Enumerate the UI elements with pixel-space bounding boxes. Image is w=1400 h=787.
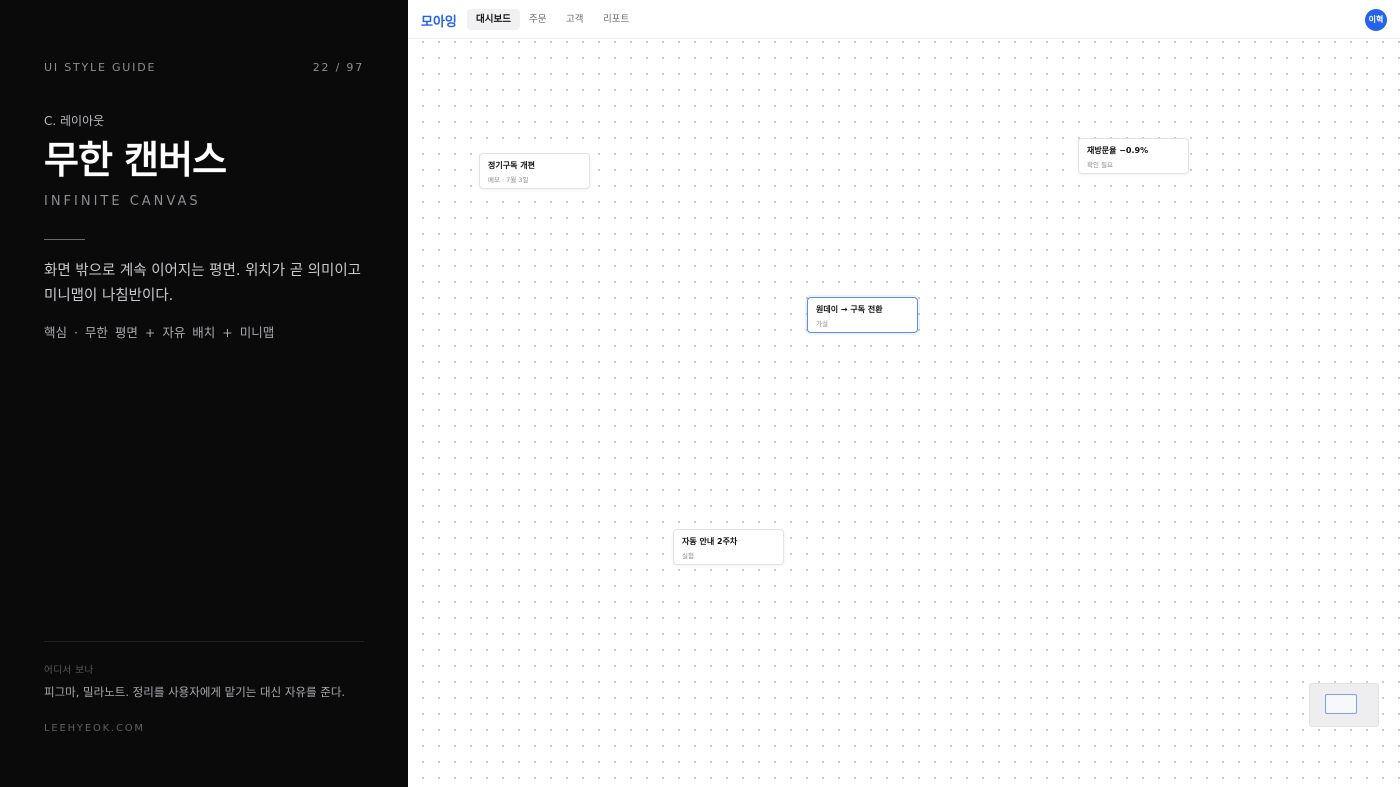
guide-label: UI STYLE GUIDE [44, 61, 157, 74]
minimap[interactable] [1309, 683, 1379, 727]
page-title: 무한 캔버스 [44, 138, 227, 182]
key-points: 핵심 · 무한 평면 + 자유 배치 + 미니맵 [44, 325, 275, 340]
card-subtitle: 확인 필요 [1087, 161, 1113, 169]
title-rule [44, 239, 85, 240]
canvas-card-selected[interactable]: 원데이 → 구독 전환 가설 [807, 297, 918, 333]
brand-logo[interactable]: 모아잉 [421, 11, 457, 30]
page-subtitle: INFINITE CANVAS [44, 194, 201, 209]
canvas-card[interactable]: 자동 안내 2주차 실험 [673, 529, 784, 565]
card-title: 자동 안내 2주차 [682, 537, 738, 546]
infinite-canvas[interactable]: 정기구독 개편 메모 · 7월 3일 재방문율 −0.9% 확인 필요 원데이 … [408, 40, 1400, 787]
section-label: C. 레이아웃 [44, 114, 105, 128]
tab-orders[interactable]: 주문 [520, 9, 555, 30]
site-link[interactable]: LEEHYEOK.COM [44, 723, 145, 734]
card-title: 재방문율 −0.9% [1087, 146, 1149, 155]
tab-customers[interactable]: 고객 [557, 9, 592, 30]
canvas-card[interactable]: 재방문율 −0.9% 확인 필요 [1078, 138, 1189, 174]
page-count: 22 / 97 [312, 61, 364, 74]
description: 화면 밖으로 계속 이어지는 평면. 위치가 곧 의미이고 미니맵이 나침반이다… [44, 263, 362, 304]
app-window: 모아잉 대시보드 주문 고객 리포트 이혁 정기구독 개편 메모 · 7월 3일… [408, 0, 1400, 787]
canvas-card[interactable]: 정기구독 개편 메모 · 7월 3일 [479, 153, 590, 189]
card-subtitle: 메모 · 7월 3일 [488, 176, 529, 184]
card-title: 원데이 → 구독 전환 [816, 305, 883, 314]
card-subtitle: 실험 [682, 552, 694, 560]
tab-dashboard[interactable]: 대시보드 [467, 9, 520, 30]
top-nav: 모아잉 대시보드 주문 고객 리포트 이혁 [408, 0, 1400, 39]
card-title: 정기구독 개편 [488, 161, 535, 170]
style-guide-panel: UI STYLE GUIDE 22 / 97 C. 레이아웃 무한 캔버스 IN… [0, 0, 408, 787]
avatar[interactable]: 이혁 [1365, 9, 1387, 31]
minimap-viewport[interactable] [1325, 694, 1357, 714]
reference-text: 피그마, 밀라노트. 정리를 사용자에게 맡기는 대신 자유를 준다. [44, 685, 346, 699]
tab-reports[interactable]: 리포트 [594, 9, 638, 30]
footer-divider [44, 641, 364, 642]
reference-label: 어디서 보나 [44, 665, 94, 676]
card-subtitle: 가설 [816, 320, 828, 328]
